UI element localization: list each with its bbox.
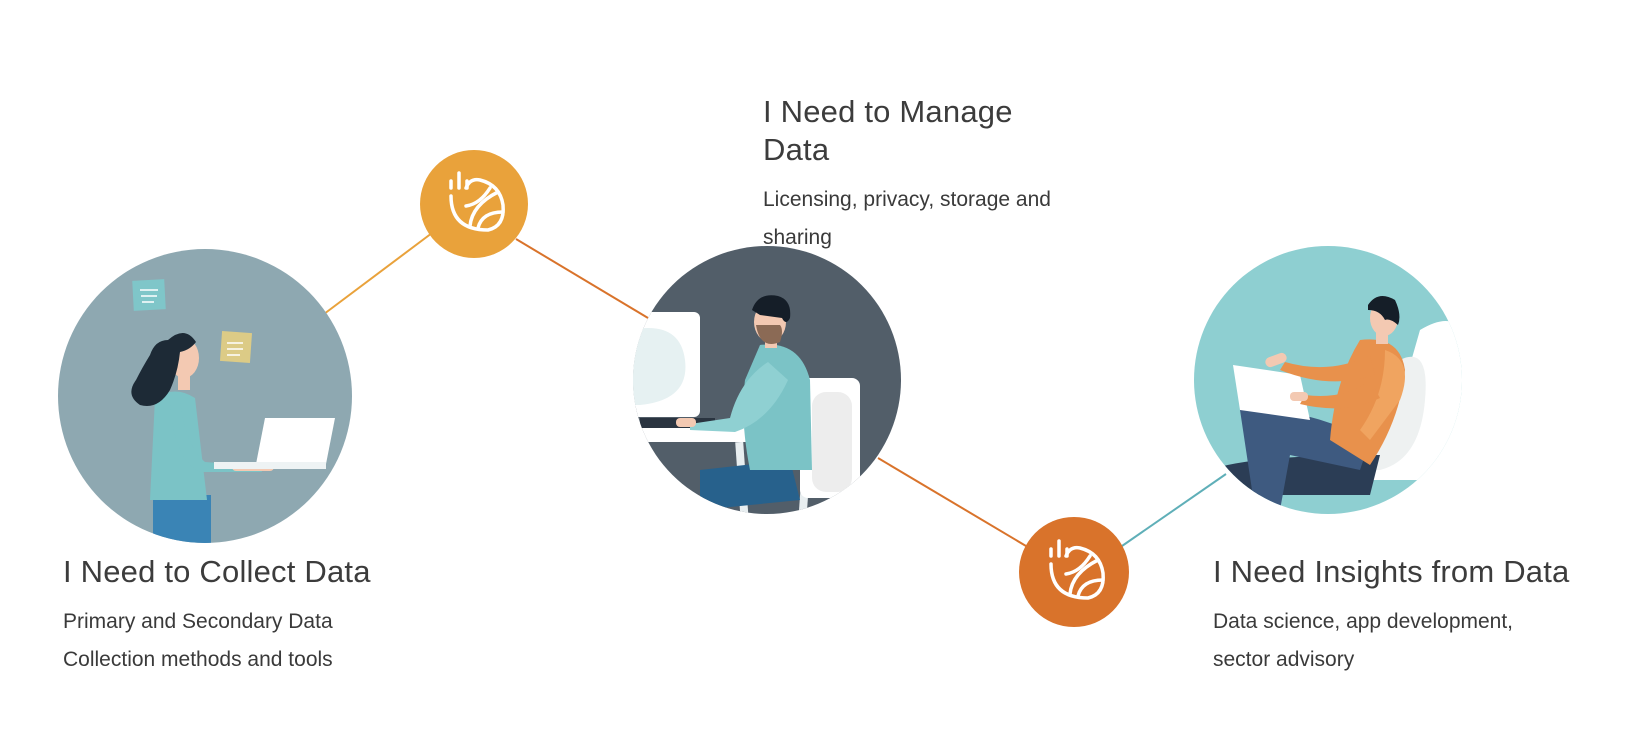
insights-data-step: I Need Insights from Data Data science, … [1213,553,1613,679]
sticky-note-icon [132,279,166,311]
connector-line-2 [515,238,649,319]
man-in-chair-with-tablet-illustration [1194,246,1462,514]
manage-data-step: I Need to Manage Data Licensing, privacy… [763,93,1083,257]
step-title-collect: I Need to Collect Data [63,554,371,589]
step-description-manage: Licensing, privacy, storage and sharing [763,181,1083,257]
step-title-insights: I Need Insights from Data [1213,554,1570,589]
step-description-manage-line-2: sharing [763,226,832,249]
sticky-note-icon [219,330,253,364]
man-at-desk-computer-illustration [633,246,901,514]
step-description-insights-line-1: Data science, app development, [1213,610,1514,633]
collect-data-step: I Need to Collect Data Primary and Secon… [63,553,423,679]
woman-with-laptop-illustration [58,249,352,543]
connector-line-1 [323,232,433,315]
step-title-manage: I Need to Manage Data [763,94,1013,167]
step-description-insights: Data science, app development, sector ad… [1213,603,1613,679]
step-description-collect-line-2: Collection methods and tools [63,648,333,671]
step-description-collect: Primary and Secondary Data Collection me… [63,603,423,679]
step-description-manage-line-1: Licensing, privacy, storage and [763,188,1051,211]
data-leaf-icon [420,150,528,258]
journey-diagram: I Need to Collect Data Primary and Secon… [0,0,1640,748]
connector-line-4 [1121,473,1227,547]
step-description-insights-line-2: sector advisory [1213,648,1355,671]
connector-line-3 [877,457,1027,547]
step-description-collect-line-1: Primary and Secondary Data [63,610,333,633]
data-leaf-icon [1019,517,1129,627]
